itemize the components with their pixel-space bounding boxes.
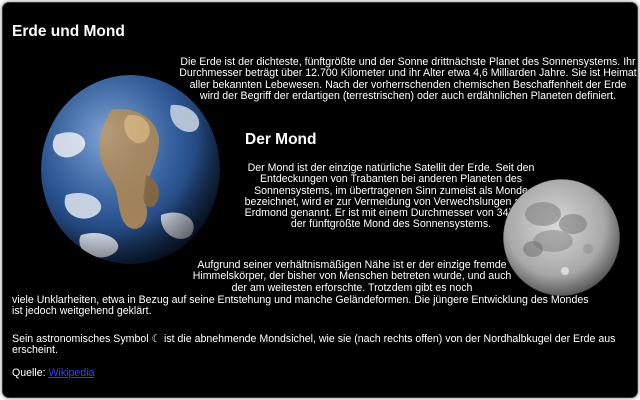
moon-paragraph-2-bottom: viele Unklarheiten, etwa in Bezug auf se… (12, 294, 589, 318)
earth-image (41, 75, 220, 264)
moon-paragraph-2-top: Aufgrund seiner verhältnismäßigen Nähe i… (192, 259, 512, 294)
intro-paragraph: Die Erde ist der dichteste, fünftgrößte … (179, 56, 637, 102)
moon-heading: Der Mond (245, 131, 317, 148)
page-title: Erde und Mond (12, 23, 125, 40)
moon-paragraph-1: Der Mond ist der einzige natürliche Sate… (244, 162, 538, 231)
symbol-paragraph: Sein astronomisches Symbol ☾ ist die abn… (12, 333, 616, 357)
source-label: Quelle: (12, 367, 46, 379)
source-line: Quelle: Wikipedia (12, 367, 95, 379)
content-panel: Erde und Mond Die Erde ist der dichteste… (2, 2, 638, 398)
wikipedia-link[interactable]: Wikipedia (49, 367, 95, 379)
moon-image (503, 179, 620, 296)
